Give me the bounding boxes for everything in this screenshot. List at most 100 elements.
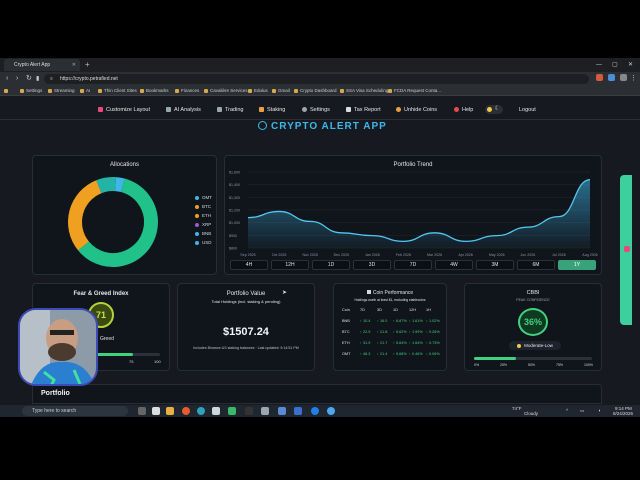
maximize-icon[interactable]: ▢ xyxy=(612,59,618,71)
table-cell: ↑ 5.64% xyxy=(393,341,407,345)
forward-icon[interactable]: › xyxy=(16,74,18,84)
bookmark-apps-icon[interactable] xyxy=(4,86,10,96)
trend-chart[interactable]: $1,600 $1,400 $1,300 $1,200 $1,000 $900 $800Se… xyxy=(228,168,598,258)
bookmark-item[interactable]: Streaming xyxy=(48,86,75,96)
taskbar-search-input[interactable]: Type here to search xyxy=(22,406,128,416)
edge-icon[interactable] xyxy=(197,407,205,415)
bookmark-item[interactable]: AI xyxy=(80,86,90,96)
mail-icon[interactable] xyxy=(261,407,269,415)
timeframe-button[interactable]: 4W xyxy=(435,260,473,270)
page-title: CRYPTO ALERT APP xyxy=(258,121,398,133)
legend-item[interactable]: OMT xyxy=(195,195,212,201)
card-title: Fear & Greed Index xyxy=(73,291,129,297)
timeframe-button[interactable]: 3M xyxy=(476,260,514,270)
timeframe-button[interactable]: 7D xyxy=(394,260,432,270)
timeframe-button-active[interactable]: 1Y xyxy=(558,260,596,270)
tab-title: Crypto Alert App xyxy=(14,62,51,68)
bookmark-item[interactable]: Edulus xyxy=(248,86,268,96)
nav-customize-layout[interactable]: Customize Layout xyxy=(98,106,150,114)
timeframe-button[interactable]: 12H xyxy=(271,260,309,270)
brave-icon[interactable] xyxy=(182,407,190,415)
minimize-icon[interactable]: — xyxy=(596,59,602,71)
bookmark-item[interactable]: Settings xyxy=(20,86,42,96)
table-cell: ↑ 21.8 xyxy=(377,330,388,334)
excel-icon[interactable] xyxy=(228,407,236,415)
nav-unhide-coins[interactable]: Unhide Coins xyxy=(396,106,437,114)
nav-help[interactable]: Help xyxy=(454,106,473,114)
cbbi-gauge: 36% xyxy=(518,308,548,336)
bookmark-item[interactable]: FCDA Request Conta... xyxy=(388,86,441,96)
table-cell: ↑ 31.9 xyxy=(360,341,371,345)
legend-item[interactable]: BNB xyxy=(195,231,211,237)
settings-app-icon[interactable] xyxy=(152,407,160,415)
table-row-coin: OMT xyxy=(342,352,351,356)
bookmark-item[interactable]: Finances xyxy=(175,86,199,96)
legend-item[interactable]: USD xyxy=(195,240,212,246)
table-cell: ↑ 5.62% xyxy=(393,330,407,334)
network-icon[interactable]: ▭ xyxy=(580,408,584,414)
menu-kebab-icon[interactable]: ⋮ xyxy=(630,74,637,84)
bookmark-item[interactable]: Cavalière Services xyxy=(204,86,248,96)
legend-item[interactable]: ETH xyxy=(195,213,211,219)
nav-label: Staking xyxy=(267,107,286,113)
messenger-icon[interactable] xyxy=(311,407,319,415)
legend-item[interactable]: BTC xyxy=(195,204,211,210)
new-tab-icon[interactable]: + xyxy=(85,59,90,71)
timeframe-button[interactable]: 3D xyxy=(353,260,391,270)
timeframe-button[interactable]: 6M xyxy=(517,260,555,270)
page-title-text: CRYPTO ALERT APP xyxy=(271,121,387,132)
volume-icon[interactable]: ◖ xyxy=(598,408,601,414)
legend-swatch xyxy=(195,222,199,227)
side-panel-icon[interactable] xyxy=(624,246,630,252)
site-info-icon[interactable]: ≡ xyxy=(50,74,53,84)
close-window-icon[interactable]: ✕ xyxy=(628,59,633,71)
extension-icon[interactable] xyxy=(596,74,603,81)
x-tick-label: Aug 2026 xyxy=(582,253,597,257)
table-cell: ↑ 1.61% xyxy=(409,319,423,323)
weather-temp[interactable]: 74°F xyxy=(512,406,522,412)
legend-swatch xyxy=(195,195,199,200)
browser-tab[interactable]: Crypto Alert App ✕ xyxy=(4,59,80,71)
nav-logout[interactable]: Logout xyxy=(519,106,536,114)
file-explorer-icon[interactable] xyxy=(166,407,174,415)
close-tab-icon[interactable]: ✕ xyxy=(72,59,76,71)
nav-staking[interactable]: Staking xyxy=(259,106,285,114)
windows-start-icon[interactable] xyxy=(5,407,13,438)
bookmark-item[interactable]: Crypto Dashboard xyxy=(294,86,337,96)
allocation-donut[interactable] xyxy=(63,172,163,272)
black-letterbox-top xyxy=(0,0,640,53)
task-view-icon[interactable] xyxy=(138,407,146,415)
chrome-icon[interactable] xyxy=(327,407,335,415)
tray-chevron-icon[interactable]: ^ xyxy=(566,408,568,414)
nav-settings[interactable]: Settings xyxy=(302,106,330,114)
portfolio-value-footnote: Includes Binance.US staking balances · L… xyxy=(193,346,299,350)
theme-toggle[interactable]: ☾ xyxy=(485,105,503,114)
card-subtitle: PEAK CONFIDENCE xyxy=(516,298,550,302)
card-subtitle: Total Holdings (incl. staking & pending) xyxy=(211,299,281,304)
back-icon[interactable]: ‹ xyxy=(6,74,8,84)
bookmark-item[interactable]: Bookmarks xyxy=(140,86,169,96)
app-icon[interactable] xyxy=(278,407,286,415)
reload-icon[interactable]: ↻ xyxy=(26,74,32,84)
bookmark-item[interactable]: SSA Visa Scheduling xyxy=(340,86,388,96)
table-cell: ↑ 0.06% xyxy=(426,352,440,356)
store-icon[interactable] xyxy=(212,407,220,415)
timeframe-button[interactable]: 1D xyxy=(312,260,350,270)
bookmark-star-icon[interactable]: ▮ xyxy=(36,74,39,84)
terminal-icon[interactable] xyxy=(245,407,253,415)
bookmark-item[interactable]: Gmail xyxy=(272,86,290,96)
timeframe-button[interactable]: 4H xyxy=(230,260,268,270)
bookmark-item[interactable]: Thin Client Sites xyxy=(98,86,137,96)
outlook-icon[interactable] xyxy=(294,407,302,415)
nav-ai-analysis[interactable]: AI Analysis xyxy=(166,106,201,114)
url-input[interactable]: ≡ https://crypto.petrafied.net xyxy=(44,74,589,84)
nav-tax-report[interactable]: Tax Report xyxy=(346,106,381,114)
table-cell: ↑ 0.73% xyxy=(426,341,440,345)
question-icon xyxy=(454,107,459,113)
legend-label: XRP xyxy=(202,222,212,227)
legend-item[interactable]: XRP xyxy=(195,222,211,228)
profile-icon[interactable] xyxy=(608,74,615,81)
nav-trading[interactable]: Trading xyxy=(217,106,243,114)
table-cell: ↑ 22.9 xyxy=(360,330,371,334)
extensions-puzzle-icon[interactable] xyxy=(620,74,627,81)
